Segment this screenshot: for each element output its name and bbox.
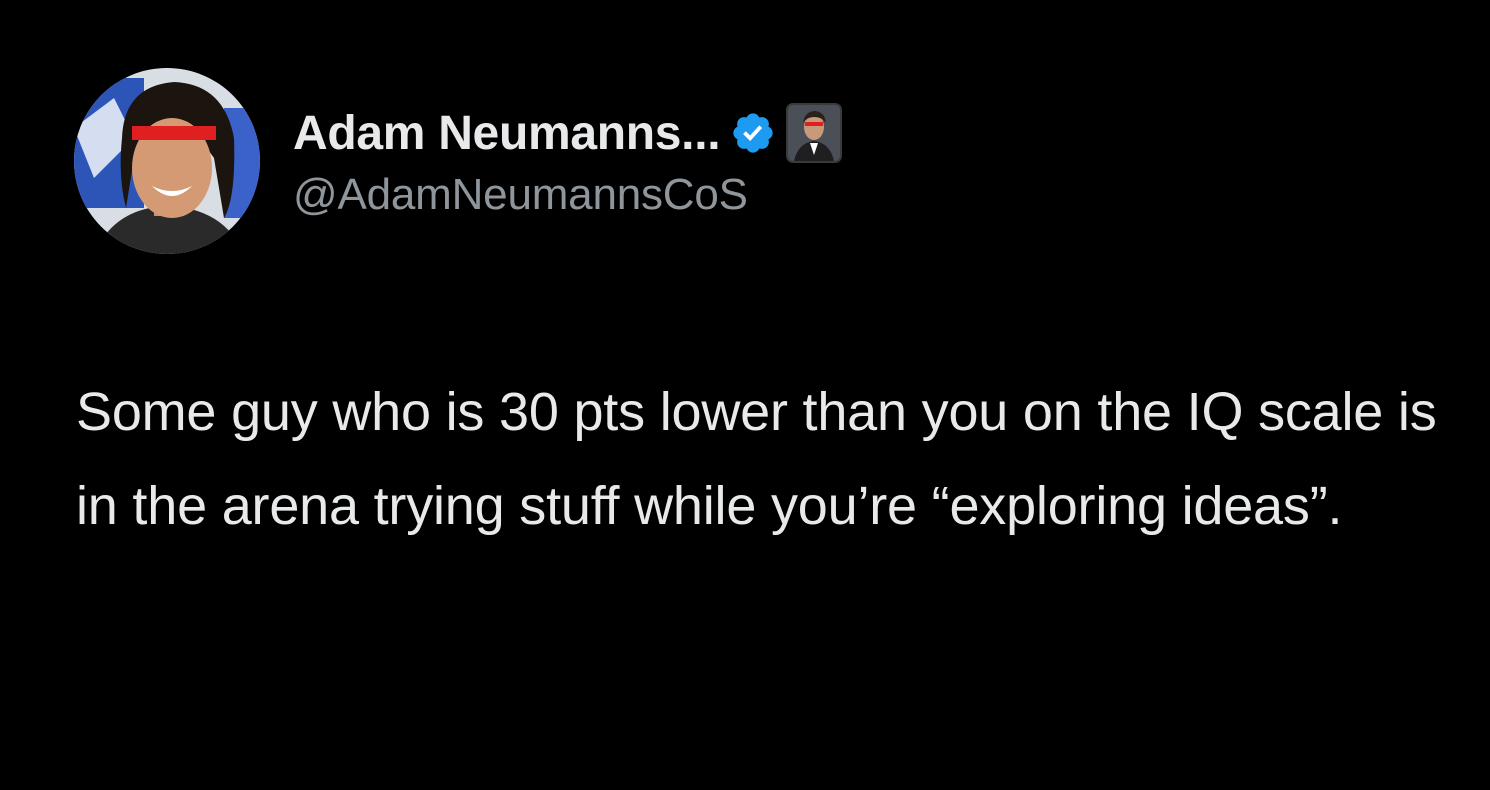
affiliate-avatar[interactable] [786, 103, 843, 163]
author-avatar[interactable] [74, 68, 260, 254]
author-names: Adam Neumanns... @AdamNeumannsCoS [293, 102, 843, 220]
tweet-text: Some guy who is 30 pts lower than you on… [76, 382, 1437, 536]
tweet-card[interactable]: Adam Neumanns... @AdamNeumannsCoS Some g… [0, 0, 1490, 790]
name-row: Adam Neumanns... [293, 102, 843, 164]
tweet-header: Adam Neumanns... @AdamNeumannsCoS [74, 68, 843, 254]
author-display-name[interactable]: Adam Neumanns... [293, 106, 721, 161]
author-handle[interactable]: @AdamNeumannsCoS [293, 170, 842, 220]
verified-badge-icon[interactable] [730, 110, 776, 156]
